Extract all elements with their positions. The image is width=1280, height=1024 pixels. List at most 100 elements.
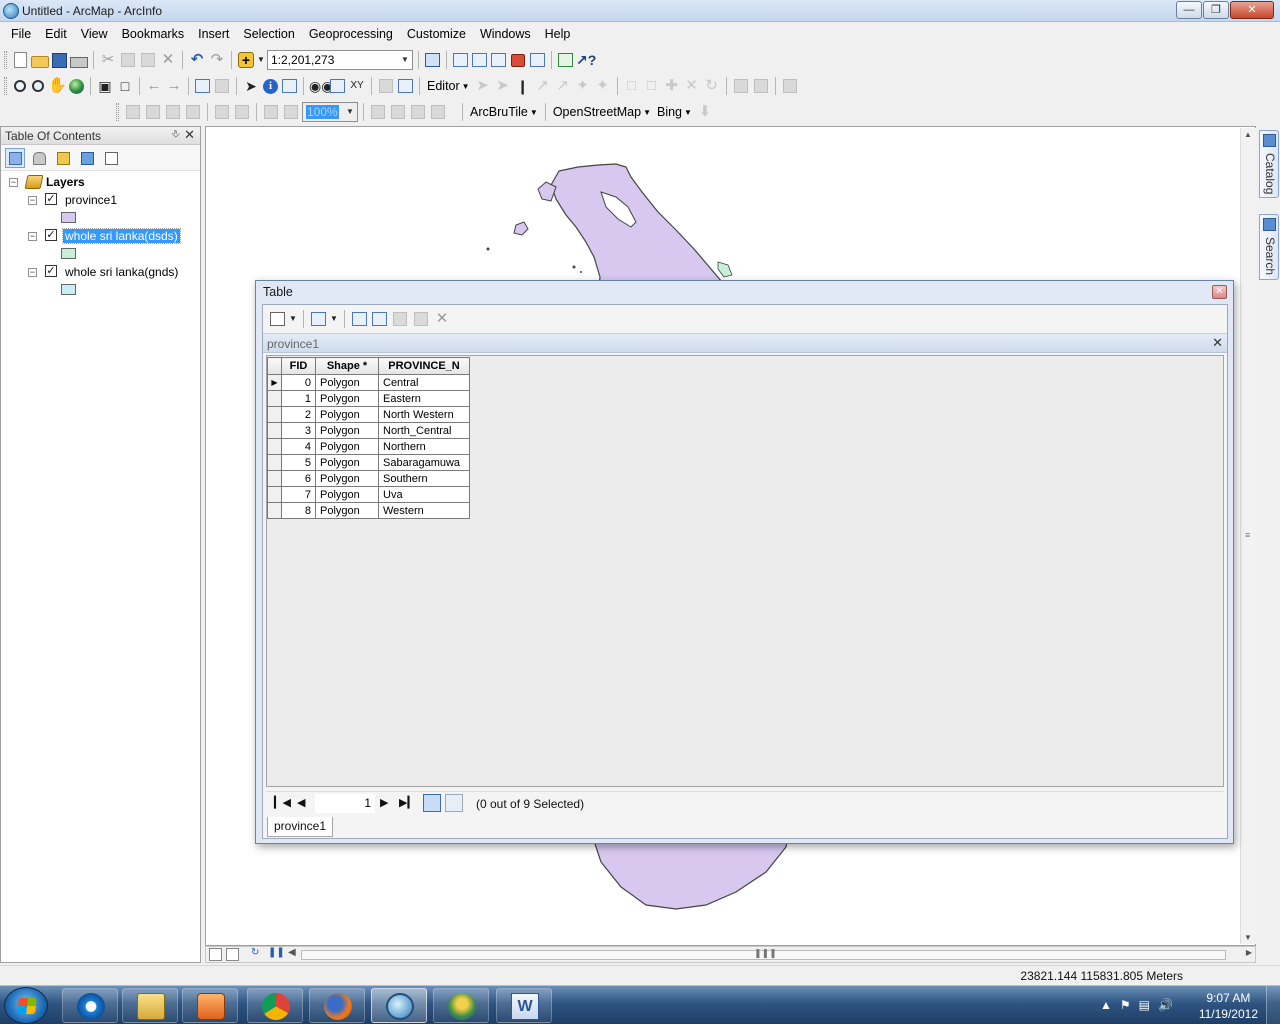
column-header-province-n[interactable]: PROVINCE_N: [378, 357, 470, 375]
layer-symbol-swatch[interactable]: [61, 212, 76, 223]
taskbar-explorer[interactable]: [122, 988, 178, 1023]
data-view-icon[interactable]: [209, 948, 222, 961]
layer-name-province1[interactable]: province1: [63, 193, 119, 207]
cell-fid[interactable]: 1: [281, 390, 316, 407]
collapse-layer-icon[interactable]: −: [28, 268, 37, 277]
cell-fid[interactable]: 6: [281, 470, 316, 487]
close-icon[interactable]: ✕: [184, 127, 195, 143]
table-bottom-tab[interactable]: province1: [267, 817, 334, 837]
cell-fid[interactable]: 7: [281, 486, 316, 503]
go-to-xy-icon[interactable]: XY: [348, 77, 366, 95]
arcmap-app-icon[interactable]: [3, 3, 19, 19]
last-record-icon[interactable]: ▶▎: [399, 796, 416, 809]
toolbar-options-icon[interactable]: [716, 103, 724, 121]
split-icon[interactable]: ✕: [683, 77, 701, 95]
delete-icon[interactable]: ✕: [159, 51, 177, 69]
reshape-icon[interactable]: □: [643, 77, 661, 95]
cut-icon[interactable]: ✂: [99, 51, 117, 69]
table-row[interactable]: 4 Polygon Northern: [267, 438, 470, 455]
pan-icon[interactable]: ✋: [48, 77, 67, 95]
toolbar-options-icon[interactable]: [801, 77, 809, 95]
open-folder-icon[interactable]: [31, 56, 49, 68]
toc-options-icon[interactable]: [101, 148, 121, 168]
close-button[interactable]: ✕: [1230, 1, 1274, 19]
cell-shape[interactable]: Polygon: [315, 374, 379, 391]
split-tool-icon[interactable]: ✦: [594, 77, 612, 95]
scroll-down-icon[interactable]: ▼: [1244, 933, 1252, 942]
row-selector[interactable]: [267, 502, 282, 519]
go-back-extent-layout-icon[interactable]: [264, 105, 278, 119]
table-close-button[interactable]: ✕: [1212, 285, 1227, 299]
taskbar-word[interactable]: W: [496, 988, 552, 1023]
clear-selection-icon[interactable]: [215, 79, 229, 93]
row-selector[interactable]: [267, 470, 282, 487]
show-all-records-icon[interactable]: [423, 794, 441, 812]
go-forward-extent-layout-icon[interactable]: [284, 105, 298, 119]
layer-symbol-swatch[interactable]: [61, 248, 76, 259]
row-selector[interactable]: [267, 422, 282, 439]
layout-view-icon[interactable]: [226, 948, 239, 961]
cell-fid[interactable]: 3: [281, 422, 316, 439]
show-hidden-icons-icon[interactable]: ▲: [1100, 998, 1120, 1012]
menu-insert[interactable]: Insert: [191, 27, 236, 41]
start-button[interactable]: [4, 987, 48, 1024]
taskbar-clock[interactable]: 9:07 AM 11/19/2012: [1199, 990, 1258, 1022]
table-row[interactable]: ▶ 0 Polygon Central: [267, 374, 470, 391]
row-selector[interactable]: [267, 390, 282, 407]
column-header-shape[interactable]: Shape *: [315, 357, 379, 375]
zoom-in-icon[interactable]: [14, 80, 26, 92]
switch-selection-icon[interactable]: [372, 312, 387, 326]
cell-shape[interactable]: Polygon: [315, 454, 379, 471]
modelbuilder-icon[interactable]: [558, 53, 573, 67]
openstreetmap-menu[interactable]: OpenStreetMap ▼: [551, 105, 653, 119]
find-route-icon[interactable]: [330, 79, 345, 93]
show-selected-records-icon[interactable]: [445, 794, 463, 812]
layer-visibility-checkbox[interactable]: ✓: [45, 265, 57, 277]
fixed-zoom-layout-icon[interactable]: [235, 105, 249, 119]
table-row[interactable]: 3 Polygon North_Central: [267, 422, 470, 439]
whats-this-help-icon[interactable]: ↗?: [576, 51, 596, 69]
menu-view[interactable]: View: [74, 27, 115, 41]
action-center-flag-icon[interactable]: ⚑: [1120, 998, 1139, 1012]
edit-vertices-icon[interactable]: □: [623, 77, 641, 95]
zoom-100-icon[interactable]: [215, 105, 229, 119]
table-row[interactable]: 8 Polygon Western: [267, 502, 470, 519]
chevron-down-icon[interactable]: ▼: [289, 310, 297, 328]
search-side-tab[interactable]: Search: [1259, 214, 1279, 280]
cell-shape[interactable]: Polygon: [315, 406, 379, 423]
editor-menu[interactable]: Editor ▼: [425, 79, 472, 93]
point-icon[interactable]: ✦: [574, 77, 592, 95]
arcbrutile-menu[interactable]: ArcBruTile ▼: [468, 105, 540, 119]
straight-segment-icon[interactable]: ❙: [514, 77, 532, 95]
delete-selected-icon[interactable]: ✕: [433, 310, 451, 328]
table-row[interactable]: 5 Polygon Sabaragamuwa: [267, 454, 470, 471]
layout-zoom-out-icon[interactable]: [146, 105, 160, 119]
scroll-left-icon[interactable]: ◀: [288, 947, 296, 958]
restore-button[interactable]: ❐: [1203, 1, 1229, 19]
table-options-icon[interactable]: [270, 312, 285, 326]
table-row[interactable]: 2 Polygon North Western: [267, 406, 470, 423]
create-features-icon[interactable]: [782, 79, 797, 93]
download-arrow-icon[interactable]: ⬇: [696, 103, 714, 121]
menu-customize[interactable]: Customize: [400, 27, 473, 41]
network-icon[interactable]: ▤: [1139, 998, 1158, 1012]
layout-pan-icon[interactable]: [166, 105, 180, 119]
list-by-selection-icon[interactable]: [77, 148, 97, 168]
layout-zoom-in-icon[interactable]: [126, 105, 140, 119]
taskbar-media-player[interactable]: [182, 988, 238, 1023]
cell-province-n[interactable]: Sabaragamuwa: [378, 454, 470, 471]
related-tables-icon[interactable]: [311, 312, 326, 326]
cell-fid[interactable]: 4: [281, 438, 316, 455]
first-record-icon[interactable]: ▎◀: [274, 796, 291, 809]
cell-shape[interactable]: Polygon: [315, 486, 379, 503]
catalog-side-tab[interactable]: Catalog: [1259, 130, 1279, 198]
layer-name-whole-sri-lanka-gnds[interactable]: whole sri lanka(gnds): [63, 265, 180, 279]
pin-icon[interactable]: ⎀: [171, 128, 180, 141]
menu-windows[interactable]: Windows: [473, 27, 538, 41]
catalog-window-icon[interactable]: [472, 53, 487, 67]
row-selector[interactable]: [267, 438, 282, 455]
collapse-layer-icon[interactable]: −: [28, 232, 37, 241]
cell-fid[interactable]: 8: [281, 502, 316, 519]
collapse-layer-icon[interactable]: −: [28, 196, 37, 205]
cell-shape[interactable]: Polygon: [315, 470, 379, 487]
